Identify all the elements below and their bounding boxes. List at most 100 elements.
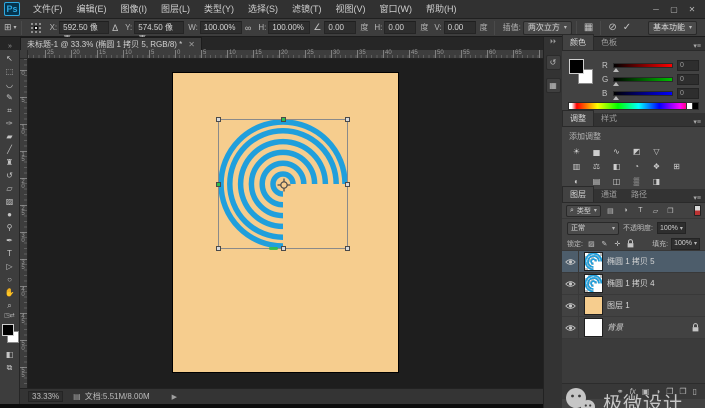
lock-transparent-pixels-icon[interactable]: ▨ — [586, 238, 597, 249]
tab-styles[interactable]: 样式 — [594, 111, 624, 126]
adjustment-channel-mixer-icon[interactable]: ❖ — [648, 160, 665, 173]
transform-reference-point-icon[interactable] — [277, 178, 291, 192]
tab-paths[interactable]: 路径 — [624, 187, 654, 202]
brush-tool[interactable]: ╱ — [1, 143, 19, 156]
channel-value-input[interactable]: 0 — [677, 73, 699, 85]
adjustment-color-balance-icon[interactable]: ⚖ — [588, 160, 605, 173]
clone-stamp-tool[interactable]: ♜ — [1, 156, 19, 169]
lock-image-pixels-icon[interactable]: ✎ — [599, 238, 610, 249]
adjustment-brightness-contrast-icon[interactable]: ☀ — [568, 145, 585, 158]
adjustment-invert-icon[interactable]: ◐ — [568, 175, 585, 188]
spot-healing-brush-tool[interactable]: ▰ — [1, 130, 19, 143]
transform-handle-bottom-center[interactable] — [281, 246, 286, 251]
transform-handle-middle-right[interactable] — [345, 182, 350, 187]
cancel-transform-icon[interactable]: ⊘ — [608, 22, 616, 33]
default-colors-icon[interactable]: ◳⇄ — [4, 312, 15, 320]
eyedropper-tool[interactable]: ✑ — [1, 117, 19, 130]
transform-handle-top-right[interactable] — [345, 117, 350, 122]
layer-visibility-toggle[interactable] — [562, 316, 579, 339]
layer-visibility-toggle[interactable] — [562, 272, 579, 295]
move-tool[interactable]: ↖ — [1, 52, 19, 65]
lasso-tool[interactable]: ◡ — [1, 78, 19, 91]
opacity-input[interactable]: 100% ▾ — [656, 222, 686, 234]
status-menu-arrow-icon[interactable]: ▶ — [172, 393, 177, 401]
dodge-tool[interactable]: ⚲ — [1, 221, 19, 234]
menu-item-5[interactable]: 选择(S) — [241, 0, 285, 19]
layer-row-2[interactable]: 图层 1 — [562, 294, 705, 317]
panel-menu-icon[interactable]: ▾≡ — [693, 194, 705, 202]
menu-item-1[interactable]: 编辑(E) — [70, 0, 114, 19]
gradient-tool[interactable]: ▨ — [1, 195, 19, 208]
expand-panels-icon[interactable]: ⏵⏵ — [550, 37, 556, 47]
transform-bounding-box[interactable] — [216, 117, 350, 251]
adjustment-layer-filter-icon[interactable]: ◑ — [619, 205, 632, 217]
adjustment-hue-saturation-icon[interactable]: ▥ — [568, 160, 585, 173]
v-skew-input[interactable]: 0.00 — [443, 21, 476, 34]
layer-row-3[interactable]: 背景 — [562, 316, 705, 339]
adjustment-color-lookup-icon[interactable]: ⊞ — [668, 160, 685, 173]
panel-menu-icon[interactable]: ▾≡ — [693, 118, 705, 126]
channel-slider[interactable] — [613, 90, 673, 100]
adjustment-threshold-icon[interactable]: ◫ — [608, 175, 625, 188]
hand-tool[interactable]: ✋ — [1, 286, 19, 299]
layer-visibility-toggle[interactable] — [562, 250, 579, 273]
channel-value-input[interactable]: 0 — [677, 87, 699, 99]
tab-color[interactable]: 颜色 — [562, 34, 594, 50]
filter-toggle-switch[interactable] — [694, 205, 701, 216]
adjustment-vibrance-icon[interactable]: ▽ — [648, 145, 665, 158]
transform-handle-top-left[interactable] — [216, 117, 221, 122]
adjustment-curves-icon[interactable]: ∿ — [608, 145, 625, 158]
adjustment-gradient-map-icon[interactable]: ▒ — [628, 175, 645, 188]
ruler-origin-box[interactable] — [20, 50, 28, 59]
history-brush-tool[interactable]: ↺ — [1, 169, 19, 182]
pen-tool[interactable]: ✒ — [1, 234, 19, 247]
menu-item-3[interactable]: 图层(L) — [154, 0, 197, 19]
transform-handle-bottom-right[interactable] — [345, 246, 350, 251]
adjustment-levels-icon[interactable]: ▅ — [588, 145, 605, 158]
tool-preset-picker[interactable]: ⊞ ▾ — [4, 22, 17, 33]
menu-item-0[interactable]: 文件(F) — [26, 0, 70, 19]
slider-marker[interactable] — [613, 95, 619, 100]
transform-handle-bottom-left[interactable] — [216, 246, 221, 251]
history-panel-button[interactable]: ↺ — [545, 55, 561, 70]
panel-menu-icon[interactable]: ▾≡ — [693, 42, 705, 50]
type-tool[interactable]: T — [1, 247, 19, 260]
type-layer-filter-icon[interactable]: T — [634, 205, 647, 217]
zoom-level-input[interactable]: 33.33% — [28, 391, 64, 402]
transform-handle-top-center[interactable] — [281, 117, 286, 122]
shape-layer-filter-icon[interactable]: ▱ — [649, 205, 662, 217]
spectrum-white-swatch[interactable] — [686, 102, 693, 110]
maintain-aspect-ratio-link-icon[interactable]: ∞ — [245, 23, 251, 33]
menu-item-7[interactable]: 视图(V) — [329, 0, 373, 19]
layer-row-1[interactable]: 椭圆 1 拷贝 4 — [562, 272, 705, 295]
panel-foreground-swatch[interactable] — [569, 59, 584, 74]
menu-item-2[interactable]: 图像(I) — [114, 0, 155, 19]
pixel-layer-filter-icon[interactable]: ▤ — [604, 205, 617, 217]
x-position-input[interactable]: 592.50 像素 — [59, 21, 110, 44]
close-button[interactable]: ✕ — [685, 3, 699, 15]
minimize-button[interactable]: ─ — [649, 3, 663, 15]
commit-transform-icon[interactable]: ✓ — [623, 22, 631, 33]
tab-swatches[interactable]: 色板 — [594, 35, 624, 50]
menu-item-8[interactable]: 窗口(W) — [373, 0, 420, 19]
y-position-input[interactable]: 574.50 像素 — [134, 21, 185, 44]
warp-mode-toggle-icon[interactable]: ▦ — [584, 22, 593, 33]
color-spectrum-ramp[interactable] — [568, 102, 699, 110]
lock-all-icon[interactable] — [625, 238, 636, 249]
adjustment-selective-color-icon[interactable]: ◨ — [648, 175, 665, 188]
path-selection-tool[interactable]: ▷ — [1, 260, 19, 273]
adjustment-black-white-icon[interactable]: ◧ — [608, 160, 625, 173]
properties-panel-button[interactable]: ▦ — [545, 78, 561, 93]
channel-value-input[interactable]: 0 — [677, 59, 699, 71]
menu-item-9[interactable]: 帮助(H) — [419, 0, 464, 19]
collapse-tools-icon[interactable]: » — [0, 43, 20, 50]
workspace-switcher[interactable]: 基本功能 ▾ — [647, 20, 697, 35]
relative-position-toggle[interactable]: Δ — [112, 23, 118, 33]
slider-marker[interactable] — [613, 81, 619, 86]
rotate-angle-input[interactable]: 0.00 — [324, 21, 357, 34]
h-skew-input[interactable]: 0.00 — [384, 21, 417, 34]
channel-slider[interactable] — [613, 76, 673, 86]
rectangular-marquee-tool[interactable]: ⬚ — [1, 65, 19, 78]
height-scale-input[interactable]: 100.00% — [268, 21, 311, 34]
menu-item-6[interactable]: 滤镜(T) — [285, 0, 329, 19]
